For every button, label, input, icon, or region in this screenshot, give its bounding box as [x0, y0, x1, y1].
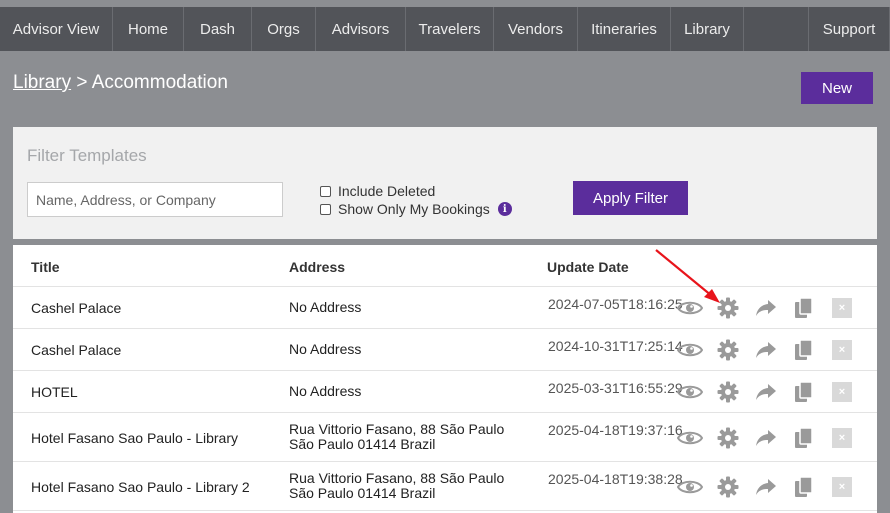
- row-address: No Address: [289, 342, 361, 357]
- copy-icon[interactable]: [791, 379, 817, 405]
- share-icon[interactable]: [753, 379, 779, 405]
- nav-spacer: [744, 7, 809, 51]
- filter-title: Filter Templates: [27, 146, 147, 165]
- row-address-line: No Address: [289, 299, 362, 315]
- only-my-bookings-label: Show Only My Bookings: [338, 201, 490, 217]
- gear-icon[interactable]: [715, 337, 741, 363]
- row-update-date: 2025-04-18T19:37:16: [548, 422, 683, 438]
- delete-button[interactable]: ×: [832, 476, 852, 497]
- breadcrumb-library-link[interactable]: Library: [13, 72, 71, 93]
- share-icon[interactable]: [753, 425, 779, 451]
- row-address: Rua Vittorio Fasano, 88 São Paulo São Pau…: [289, 422, 504, 452]
- table-header: Title Address Update Date: [13, 245, 877, 287]
- share-icon[interactable]: [753, 337, 779, 363]
- nav-dash[interactable]: Dash: [184, 7, 252, 51]
- table-row[interactable]: Hotel Fasano Sao Paulo - Library Rua Vitt…: [13, 413, 877, 462]
- close-icon[interactable]: ×: [829, 337, 855, 363]
- copy-icon[interactable]: [791, 337, 817, 363]
- row-title: Hotel Fasano Sao Paulo - Library: [31, 429, 238, 446]
- only-my-bookings-option[interactable]: Show Only My Bookings i: [320, 201, 512, 217]
- close-icon[interactable]: ×: [829, 295, 855, 321]
- close-icon[interactable]: ×: [829, 425, 855, 451]
- table-body: Cashel Palace No Address 2024-07-05T18:16:…: [13, 287, 877, 511]
- info-icon[interactable]: i: [497, 202, 512, 216]
- gear-icon[interactable]: [715, 425, 741, 451]
- breadcrumb-separator: >: [71, 72, 92, 93]
- copy-icon[interactable]: [791, 425, 817, 451]
- new-button[interactable]: New: [801, 72, 873, 104]
- row-update-date: 2024-07-05T18:16:25: [548, 296, 683, 312]
- row-actions: ×: [677, 337, 855, 363]
- nav-travelers[interactable]: Travelers: [406, 7, 494, 51]
- only-my-bookings-checkbox[interactable]: [320, 203, 331, 215]
- table-row[interactable]: Cashel Palace No Address 2024-07-05T18:16:…: [13, 287, 877, 329]
- eye-icon[interactable]: [677, 295, 703, 321]
- gear-icon[interactable]: [715, 474, 741, 500]
- row-address-line: No Address: [289, 341, 362, 357]
- row-address-line: São Paulo 01414 Brazil: [289, 436, 436, 452]
- copy-icon[interactable]: [791, 295, 817, 321]
- eye-icon[interactable]: [677, 379, 703, 405]
- share-icon[interactable]: [753, 474, 779, 500]
- copy-icon[interactable]: [791, 474, 817, 500]
- top-nav: Advisor View Home Dash Orgs Advisors Tra…: [0, 7, 890, 51]
- eye-icon[interactable]: [677, 425, 703, 451]
- row-address-line: Rua Vittorio Fasano, 88 São Paulo: [289, 470, 505, 486]
- gear-icon[interactable]: [715, 379, 741, 405]
- include-deleted-checkbox[interactable]: [320, 185, 331, 197]
- row-title: Cashel Palace: [31, 342, 122, 358]
- nav-library[interactable]: Library: [671, 7, 744, 51]
- filter-search-input[interactable]: [27, 182, 283, 217]
- nav-advisor-view[interactable]: Advisor View: [0, 7, 113, 51]
- nav-itineraries[interactable]: Itineraries: [578, 7, 671, 51]
- row-title: Hotel Fasano Sao Paulo - Library 2: [31, 478, 250, 495]
- row-address-line: São Paulo 01414 Brazil: [289, 485, 436, 501]
- row-update-date: 2025-04-18T19:38:28: [548, 471, 683, 487]
- nav-vendors[interactable]: Vendors: [494, 7, 578, 51]
- row-actions: ×: [677, 295, 855, 321]
- eye-icon[interactable]: [677, 337, 703, 363]
- nav-orgs[interactable]: Orgs: [252, 7, 316, 51]
- breadcrumb: Library > Accommodation: [13, 72, 228, 94]
- include-deleted-label: Include Deleted: [338, 183, 436, 199]
- eye-icon[interactable]: [677, 474, 703, 500]
- row-update-date: 2025-03-31T16:55:29: [548, 380, 683, 396]
- column-title[interactable]: Title: [31, 259, 60, 275]
- row-address: Rua Vittorio Fasano, 88 São Paulo São Pau…: [289, 471, 504, 501]
- row-actions: ×: [677, 474, 855, 500]
- nav-home[interactable]: Home: [113, 7, 184, 51]
- gear-icon[interactable]: [715, 295, 741, 321]
- table-row[interactable]: HOTEL No Address 2025-03-31T16:55:29 ×: [13, 371, 877, 413]
- row-address: No Address: [289, 384, 361, 399]
- row-address-line: No Address: [289, 383, 362, 399]
- table-row[interactable]: Hotel Fasano Sao Paulo - Library 2 Rua Vi…: [13, 462, 877, 511]
- row-actions: ×: [677, 379, 855, 405]
- delete-button[interactable]: ×: [832, 340, 852, 360]
- row-title: HOTEL: [31, 384, 78, 400]
- delete-button[interactable]: ×: [832, 382, 852, 402]
- row-actions: ×: [677, 425, 855, 451]
- share-icon[interactable]: [753, 295, 779, 321]
- delete-button[interactable]: ×: [832, 298, 852, 318]
- column-update-date[interactable]: Update Date: [547, 259, 629, 275]
- table-row[interactable]: Cashel Palace No Address 2024-10-31T17:25:…: [13, 329, 877, 371]
- top-band: [0, 0, 890, 7]
- delete-button[interactable]: ×: [832, 427, 852, 448]
- row-title: Cashel Palace: [31, 300, 122, 316]
- column-address[interactable]: Address: [289, 259, 345, 275]
- close-icon[interactable]: ×: [829, 474, 855, 500]
- row-update-date: 2024-10-31T17:25:14: [548, 338, 683, 354]
- breadcrumb-current: Accommodation: [91, 72, 228, 93]
- include-deleted-option[interactable]: Include Deleted: [320, 183, 435, 199]
- nav-advisors[interactable]: Advisors: [316, 7, 406, 51]
- close-icon[interactable]: ×: [829, 379, 855, 405]
- apply-filter-button[interactable]: Apply Filter: [573, 181, 688, 215]
- nav-support[interactable]: Support: [809, 7, 890, 51]
- filter-panel: Filter Templates Include Deleted Show On…: [13, 127, 877, 239]
- templates-table: Title Address Update Date Cashel Palace N…: [13, 245, 877, 513]
- row-address-line: Rua Vittorio Fasano, 88 São Paulo: [289, 421, 505, 437]
- row-address: No Address: [289, 300, 361, 315]
